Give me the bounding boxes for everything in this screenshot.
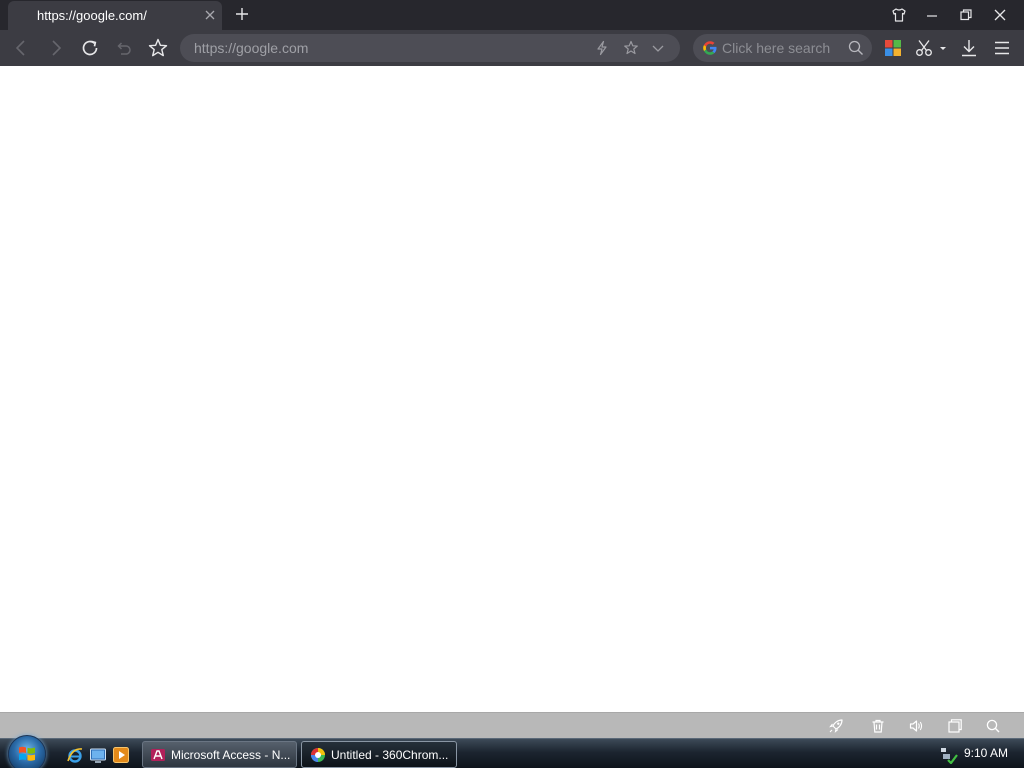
favorites-button[interactable]	[146, 36, 170, 60]
shirt-icon	[891, 7, 907, 23]
address-dropdown-button[interactable]	[649, 39, 667, 57]
speaker-icon	[908, 718, 924, 734]
zoom-button[interactable]	[984, 717, 1002, 735]
star-icon	[623, 40, 639, 56]
bookmark-page-button[interactable]	[622, 39, 640, 57]
url-input[interactable]	[194, 39, 584, 57]
magnifier-icon	[985, 718, 1001, 734]
window-icon	[947, 718, 963, 734]
browser-toolbar	[0, 30, 1024, 66]
new-tab-button[interactable]	[231, 3, 253, 25]
window-mode-button[interactable]	[946, 717, 964, 735]
search-input[interactable]	[722, 39, 842, 57]
tab-strip: https://google.com/	[0, 0, 1024, 30]
status-bar	[0, 712, 1024, 738]
lightning-icon	[594, 40, 610, 56]
taskbar-item-label: Microsoft Access - N...	[171, 747, 291, 762]
close-icon[interactable]	[202, 6, 218, 24]
undo-icon	[114, 38, 134, 58]
browser-tab[interactable]: https://google.com/	[8, 1, 222, 30]
reload-button[interactable]	[78, 36, 102, 60]
speed-mode-button[interactable]	[593, 39, 611, 57]
search-icon[interactable]	[847, 39, 865, 57]
scissors-icon	[914, 38, 934, 58]
speedup-button[interactable]	[827, 717, 845, 735]
taskbar-item-access[interactable]: Microsoft Access - N...	[142, 741, 297, 768]
page-content[interactable]	[0, 66, 1024, 712]
minimize-icon	[925, 8, 939, 22]
download-icon	[959, 38, 979, 58]
start-button[interactable]	[8, 735, 46, 768]
taskbar-item-360chrome[interactable]: Untitled - 360Chrom...	[301, 741, 457, 768]
reload-icon	[79, 37, 101, 59]
close-window-button[interactable]	[985, 3, 1015, 27]
screenshot-options-button[interactable]	[936, 36, 950, 60]
forward-icon	[46, 38, 66, 58]
taskbar-item-label: Untitled - 360Chrom...	[331, 747, 449, 762]
tab-title: https://google.com/	[37, 8, 147, 23]
access-icon	[150, 747, 166, 763]
forward-button[interactable]	[44, 36, 68, 60]
menu-icon	[992, 38, 1012, 58]
main-menu-button[interactable]	[990, 36, 1014, 60]
google-icon[interactable]	[701, 39, 719, 57]
apps-grid-icon	[884, 39, 902, 57]
downloads-button[interactable]	[957, 36, 981, 60]
restore-icon	[959, 8, 973, 22]
chevron-down-icon	[938, 43, 948, 53]
sound-button[interactable]	[907, 717, 925, 735]
undo-close-tab-button[interactable]	[112, 36, 136, 60]
restore-button[interactable]	[951, 3, 981, 27]
clear-data-button[interactable]	[869, 717, 887, 735]
back-icon	[11, 38, 31, 58]
plus-icon	[231, 3, 253, 25]
network-icon[interactable]	[940, 746, 958, 764]
taskbar: Microsoft Access - N... Untitled - 360Ch…	[0, 735, 1024, 768]
screen: https://google.com/ https://google.com C…	[0, 0, 1024, 768]
media-player-icon[interactable]	[112, 746, 130, 764]
screenshot-button[interactable]	[912, 36, 936, 60]
star-icon	[147, 37, 169, 59]
windows-logo-icon	[17, 744, 37, 764]
chevron-down-icon	[650, 40, 666, 56]
back-button[interactable]	[9, 36, 33, 60]
ie-icon[interactable]	[66, 746, 84, 764]
apps-button[interactable]	[881, 36, 905, 60]
minimize-button[interactable]	[917, 3, 947, 27]
skin-button[interactable]	[884, 3, 914, 27]
rocket-icon	[828, 718, 844, 734]
address-bar	[180, 34, 680, 62]
close-icon	[993, 8, 1007, 22]
trash-icon	[870, 718, 886, 734]
360-browser-icon	[310, 747, 326, 763]
show-desktop-icon[interactable]	[89, 746, 107, 764]
system-clock[interactable]: 9:10 AM	[964, 746, 1008, 760]
search-box	[693, 34, 872, 62]
